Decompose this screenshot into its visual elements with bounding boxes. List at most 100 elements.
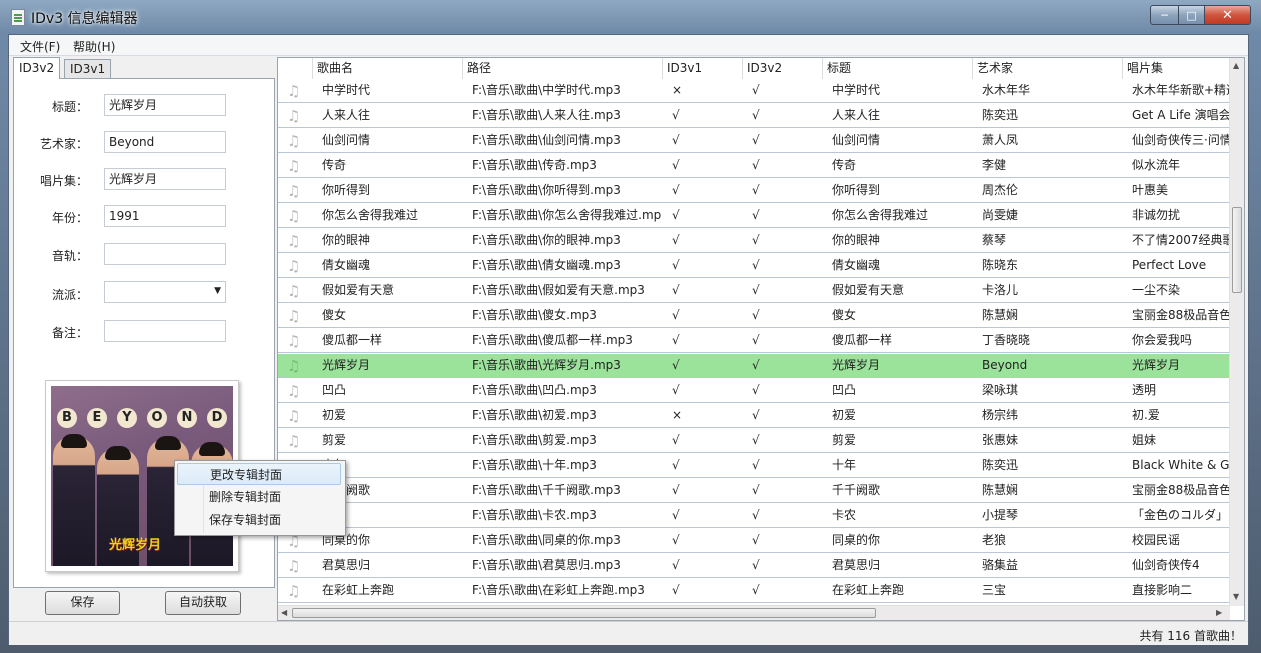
id3v2-cell: √: [752, 383, 760, 397]
album-cell: 透明: [1132, 383, 1157, 397]
maximize-button[interactable]: □: [1179, 5, 1205, 25]
column-header-path[interactable]: 路径: [462, 58, 662, 79]
table-row[interactable]: ♫ 人来人往 F:\音乐\歌曲\人来人往.mp3 √ √ 人来人往 陈奕迅 Get A Lif…: [278, 104, 1230, 128]
vertical-scroll-thumb[interactable]: [1232, 207, 1242, 293]
minimize-icon: ─: [1161, 8, 1168, 22]
song-name-cell: 中学时代: [322, 83, 371, 97]
music-note-icon: ♫: [287, 257, 301, 275]
column-header-album[interactable]: 唱片集: [1122, 58, 1230, 79]
column-header-id3v1[interactable]: ID3v1: [662, 58, 742, 79]
table-row[interactable]: ♫ 初爱 F:\音乐\歌曲\初爱.mp3 × √ 初爱 杨宗纬 初.爱: [278, 404, 1230, 428]
id3v1-cell: √: [672, 508, 680, 522]
change-cover-menu-item[interactable]: 更改专辑封面: [177, 463, 341, 485]
table-row[interactable]: ♫ 倩女幽魂 F:\音乐\歌曲\倩女幽魂.mp3 √ √ 倩女幽魂 陈晓东 Perfect L…: [278, 254, 1230, 278]
id3v1-cell: ×: [672, 83, 683, 97]
table-row[interactable]: ♫ 你听得到 F:\音乐\歌曲\你听得到.mp3 √ √ 你听得到 周杰伦 叶惠美: [278, 179, 1230, 203]
scroll-right-icon[interactable]: ▶: [1216, 608, 1222, 617]
song-name-cell: 倩女幽魂: [322, 258, 371, 272]
table-row[interactable]: ♫ 在彩虹上奔跑 F:\音乐\歌曲\在彩虹上奔跑.mp3 √ √ 在彩虹上奔跑 三宝 直接影响…: [278, 579, 1230, 603]
id3v2-cell: √: [752, 358, 760, 372]
column-header-title[interactable]: 标题: [822, 58, 972, 79]
path-cell: F:\音乐\歌曲\初爱.mp3: [472, 408, 597, 422]
table-row[interactable]: ♫ 中学时代 F:\音乐\歌曲\中学时代.mp3 × √ 中学时代 水木年华 水木年华新歌+精…: [278, 79, 1230, 103]
title-cell: 倩女幽魂: [832, 258, 881, 272]
comment-field[interactable]: [104, 320, 226, 342]
close-button[interactable]: ✕: [1205, 5, 1251, 25]
window-controls: ─ □ ✕: [1150, 5, 1251, 25]
table-row[interactable]: ♫卡农F:\音乐\歌曲\卡农.mp3√√卡农小提琴「金色のコルダ」: [278, 504, 1230, 528]
save-button[interactable]: 保存: [45, 591, 120, 615]
column-header-id3v2[interactable]: ID3v2: [742, 58, 822, 79]
path-cell: F:\音乐\歌曲\你听得到.mp3: [472, 183, 621, 197]
scroll-down-icon[interactable]: ▼: [1233, 592, 1239, 601]
horizontal-scroll-thumb[interactable]: [292, 608, 876, 618]
menu-help[interactable]: 帮助(H): [73, 38, 115, 55]
column-header-artist[interactable]: 艺术家: [972, 58, 1122, 79]
path-cell: F:\音乐\歌曲\十年.mp3: [472, 458, 597, 472]
track-field[interactable]: [104, 243, 226, 265]
id3v2-cell: √: [752, 283, 760, 297]
artist-field[interactable]: Beyond: [104, 131, 226, 153]
title-cell: 千千阙歌: [832, 483, 881, 497]
track-label: 音轨：: [51, 249, 88, 263]
table-row[interactable]: ♫ 你的眼神 F:\音乐\歌曲\你的眼神.mp3 √ √ 你的眼神 蔡琴 不了情2007经典歌…: [278, 229, 1230, 253]
table-row[interactable]: ♫十年F:\音乐\歌曲\十年.mp3√√十年陈奕迅Black White & G…: [278, 454, 1230, 478]
scroll-left-icon[interactable]: ◀: [281, 608, 287, 617]
path-cell: F:\音乐\歌曲\傻瓜都一样.mp3: [472, 333, 633, 347]
horizontal-scrollbar[interactable]: ◀ ▶: [278, 605, 1230, 620]
music-note-icon: ♫: [287, 307, 301, 325]
table-row[interactable]: ♫千千阙歌F:\音乐\歌曲\千千阙歌.mp3√√千千阙歌陈慧娴宝丽金88极品音色: [278, 479, 1230, 503]
table-row[interactable]: ♫ 你怎么舍得我难过 F:\音乐\歌曲\你怎么舍得我难过.mp3 √ √ 你怎么舍得我难过…: [278, 204, 1230, 228]
tab-id3v2[interactable]: ID3v2: [13, 57, 61, 79]
status-bar: 共有 116 首歌曲！: [9, 621, 1248, 645]
table-row[interactable]: ♫ 剪爱 F:\音乐\歌曲\剪爱.mp3 √ √ 剪爱 张惠妹 姐妹: [278, 429, 1230, 453]
table-row[interactable]: ♫ 傻女 F:\音乐\歌曲\傻女.mp3 √ √ 傻女 陈慧娴 宝丽金88极品音色: [278, 304, 1230, 328]
album-field[interactable]: 光辉岁月: [104, 168, 226, 190]
cover-letter: D: [207, 408, 227, 428]
column-header-name[interactable]: 歌曲名: [312, 58, 462, 79]
title-bar[interactable]: IDv3 信息编辑器 ─ □ ✕: [0, 0, 1261, 34]
table-row[interactable]: ♫ 光辉岁月 F:\音乐\歌曲\光辉岁月.mp3 √ √ 光辉岁月 Beyond 光辉岁月: [278, 354, 1230, 378]
table-row[interactable]: ♫ 同桌的你 F:\音乐\歌曲\同桌的你.mp3 √ √ 同桌的你 老狼 校园民谣: [278, 529, 1230, 553]
menu-file[interactable]: 文件(F): [20, 38, 60, 55]
delete-cover-menu-item[interactable]: 删除专辑封面: [177, 486, 341, 508]
table-row[interactable]: ♫ 仙剑问情 F:\音乐\歌曲\仙剑问情.mp3 √ √ 仙剑问情 萧人凤 仙剑奇侠传三·问情: [278, 129, 1230, 153]
scroll-up-icon[interactable]: ▲: [1233, 61, 1239, 70]
id3v2-cell: √: [752, 508, 760, 522]
auto-fetch-button[interactable]: 自动获取: [165, 591, 241, 615]
save-cover-menu-item[interactable]: 保存专辑封面: [177, 509, 341, 531]
album-cell: 水木年华新歌+精选: [1132, 83, 1230, 97]
cover-person: [53, 436, 95, 566]
genre-combobox[interactable]: ▼: [104, 281, 226, 303]
id3v2-cell: √: [752, 408, 760, 422]
album-cell: 仙剑奇侠传4: [1132, 558, 1200, 572]
id3v2-cell: √: [752, 333, 760, 347]
id3v1-cell: √: [672, 108, 680, 122]
song-name-cell: 仙剑问情: [322, 133, 371, 147]
id3v1-cell: √: [672, 383, 680, 397]
year-field[interactable]: 1991: [104, 205, 226, 227]
artist-cell: 周杰伦: [982, 183, 1019, 197]
title-cell: 你听得到: [832, 183, 881, 197]
table-row[interactable]: ♫ 传奇 F:\音乐\歌曲\传奇.mp3 √ √ 传奇 李健 似水流年: [278, 154, 1230, 178]
cover-letter: B: [57, 408, 77, 428]
song-name-cell: 凹凸: [322, 383, 347, 397]
table-row[interactable]: ♫ 凹凸 F:\音乐\歌曲\凹凸.mp3 √ √ 凹凸 梁咏琪 透明: [278, 379, 1230, 403]
path-cell: F:\音乐\歌曲\卡农.mp3: [472, 508, 597, 522]
title-field[interactable]: 光辉岁月: [104, 94, 226, 116]
artist-cell: 丁香晓晓: [982, 333, 1031, 347]
song-name-cell: 君莫思归: [322, 558, 371, 572]
album-cell: 初.爱: [1132, 408, 1160, 422]
table-row[interactable]: ♫ 假如爱有天意 F:\音乐\歌曲\假如爱有天意.mp3 √ √ 假如爱有天意 卡洛儿 一尘不…: [278, 279, 1230, 303]
table-row[interactable]: ♫ 傻瓜都一样 F:\音乐\歌曲\傻瓜都一样.mp3 √ √ 傻瓜都一样 丁香晓晓 你会爱我吗: [278, 329, 1230, 353]
menu-bar: 文件(F) 帮助(H): [9, 35, 1248, 56]
title-cell: 君莫思归: [832, 558, 881, 572]
artist-cell: 卡洛儿: [982, 283, 1019, 297]
path-cell: F:\音乐\歌曲\中学时代.mp3: [472, 83, 621, 97]
album-cell: Black White & Grey: [1132, 458, 1230, 472]
vertical-scrollbar[interactable]: ▲ ▼: [1229, 58, 1244, 606]
table-row[interactable]: ♫ 君莫思归 F:\音乐\歌曲\君莫思归.mp3 √ √ 君莫思归 骆集益 仙剑奇侠传4: [278, 554, 1230, 578]
minimize-button[interactable]: ─: [1150, 5, 1179, 25]
tab-id3v1[interactable]: ID3v1: [64, 59, 112, 78]
album-cell: 仙剑奇侠传三·问情: [1132, 133, 1230, 147]
